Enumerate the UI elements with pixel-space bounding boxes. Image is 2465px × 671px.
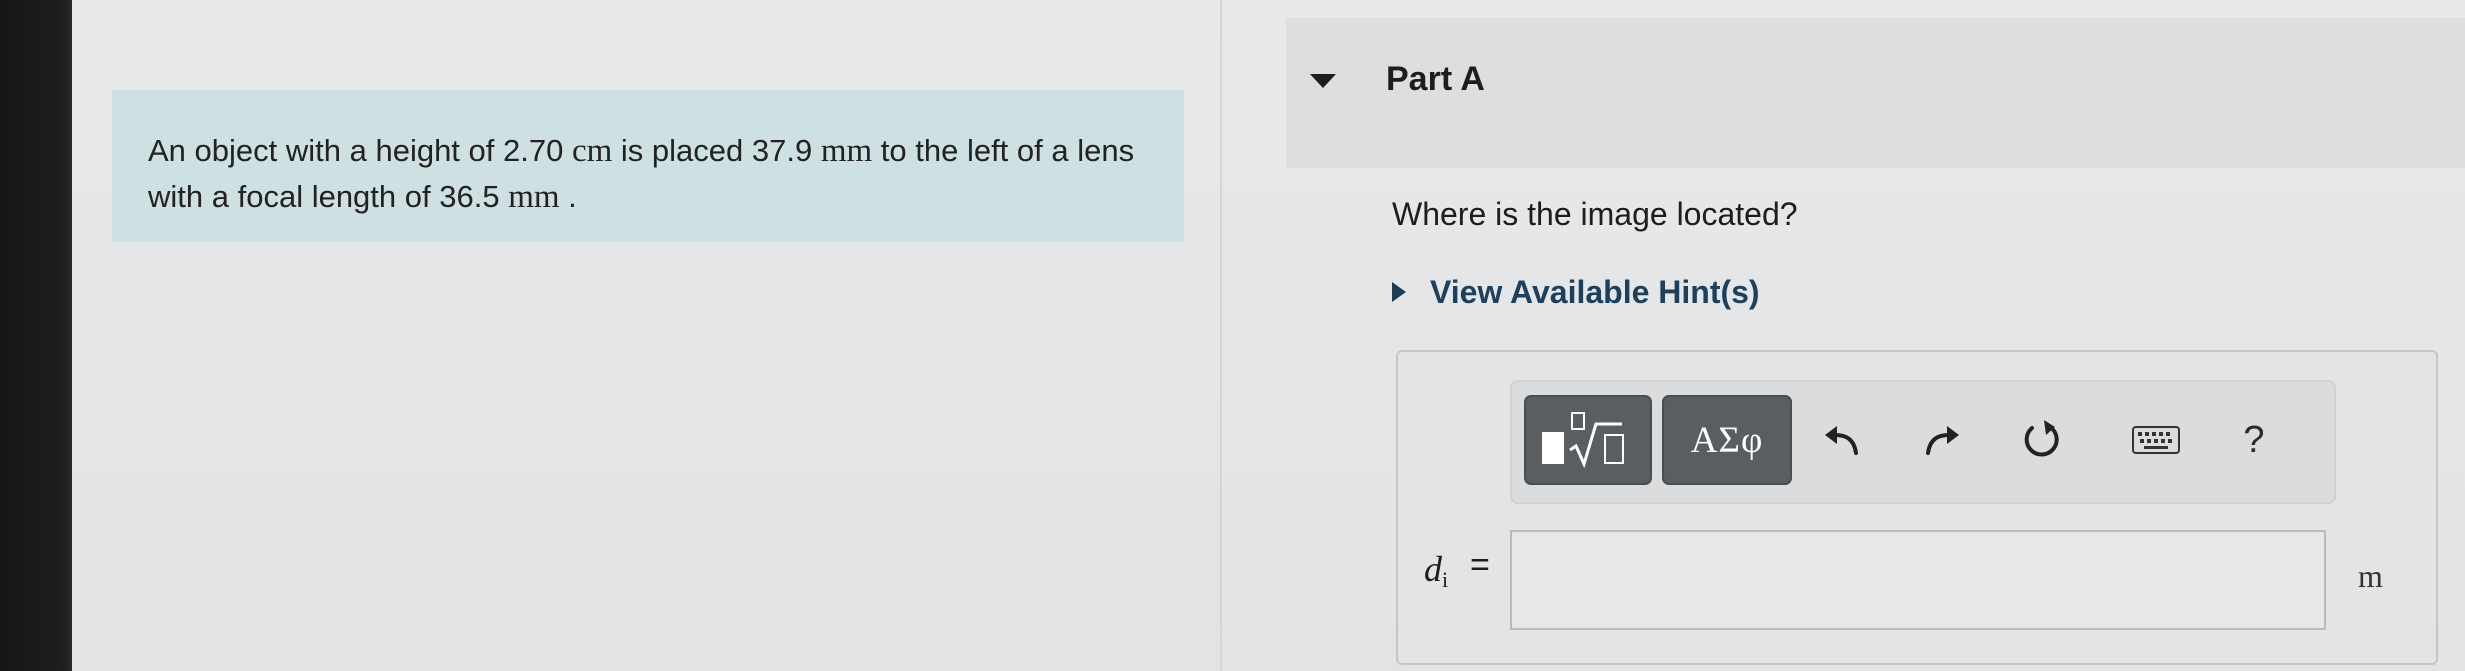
unit-cm: cm [571,133,613,169]
unit-mm: mm [820,133,873,169]
variable-symbol: d [1424,549,1442,589]
problem-text-part: . [559,179,577,214]
problem-text-part: An object with a height of 2.70 [148,133,572,168]
help-icon: ? [2243,418,2265,461]
variable-label: di [1424,548,1448,593]
view-hints-link[interactable]: View Available Hint(s) [1392,272,1760,312]
redo-icon[interactable] [1914,412,1970,468]
unit-label: m [2358,558,2383,594]
answer-input[interactable] [1510,530,2326,630]
expand-caret-icon [1392,282,1406,302]
screen: An object with a height of 2.70 cm is pl… [72,0,2465,671]
question-text: Where is the image located? [1392,196,1798,232]
answer-box: ΑΣφ ? di = m [1396,350,2438,665]
symbols-button[interactable]: ΑΣφ [1662,395,1792,485]
problem-statement: An object with a height of 2.70 cm is pl… [148,128,1148,220]
view-hints-label: View Available Hint(s) [1430,273,1760,310]
problem-text-part: is placed 37.9 [612,133,821,168]
unit-mm: mm [508,179,560,215]
templates-icon [1538,410,1638,470]
problem-pane: An object with a height of 2.70 cm is pl… [72,0,1220,671]
answer-pane: Part A Where is the image located? View … [1222,0,2465,671]
variable-subscript: i [1442,567,1449,592]
part-title: Part A [1386,60,1485,98]
math-toolbar: ΑΣφ ? [1510,380,2336,504]
symbols-label: ΑΣφ [1690,419,1764,461]
reset-icon[interactable] [2014,412,2070,468]
part-header[interactable]: Part A [1286,18,2465,168]
equals-sign: = [1470,546,1490,584]
screen-bezel [0,0,72,671]
problem-statement-box: An object with a height of 2.70 cm is pl… [112,90,1184,242]
collapse-caret-icon[interactable] [1310,74,1336,88]
help-button[interactable]: ? [2226,412,2282,468]
undo-icon[interactable] [1814,412,1870,468]
templates-button[interactable] [1524,395,1652,485]
keyboard-icon[interactable] [2128,412,2184,468]
